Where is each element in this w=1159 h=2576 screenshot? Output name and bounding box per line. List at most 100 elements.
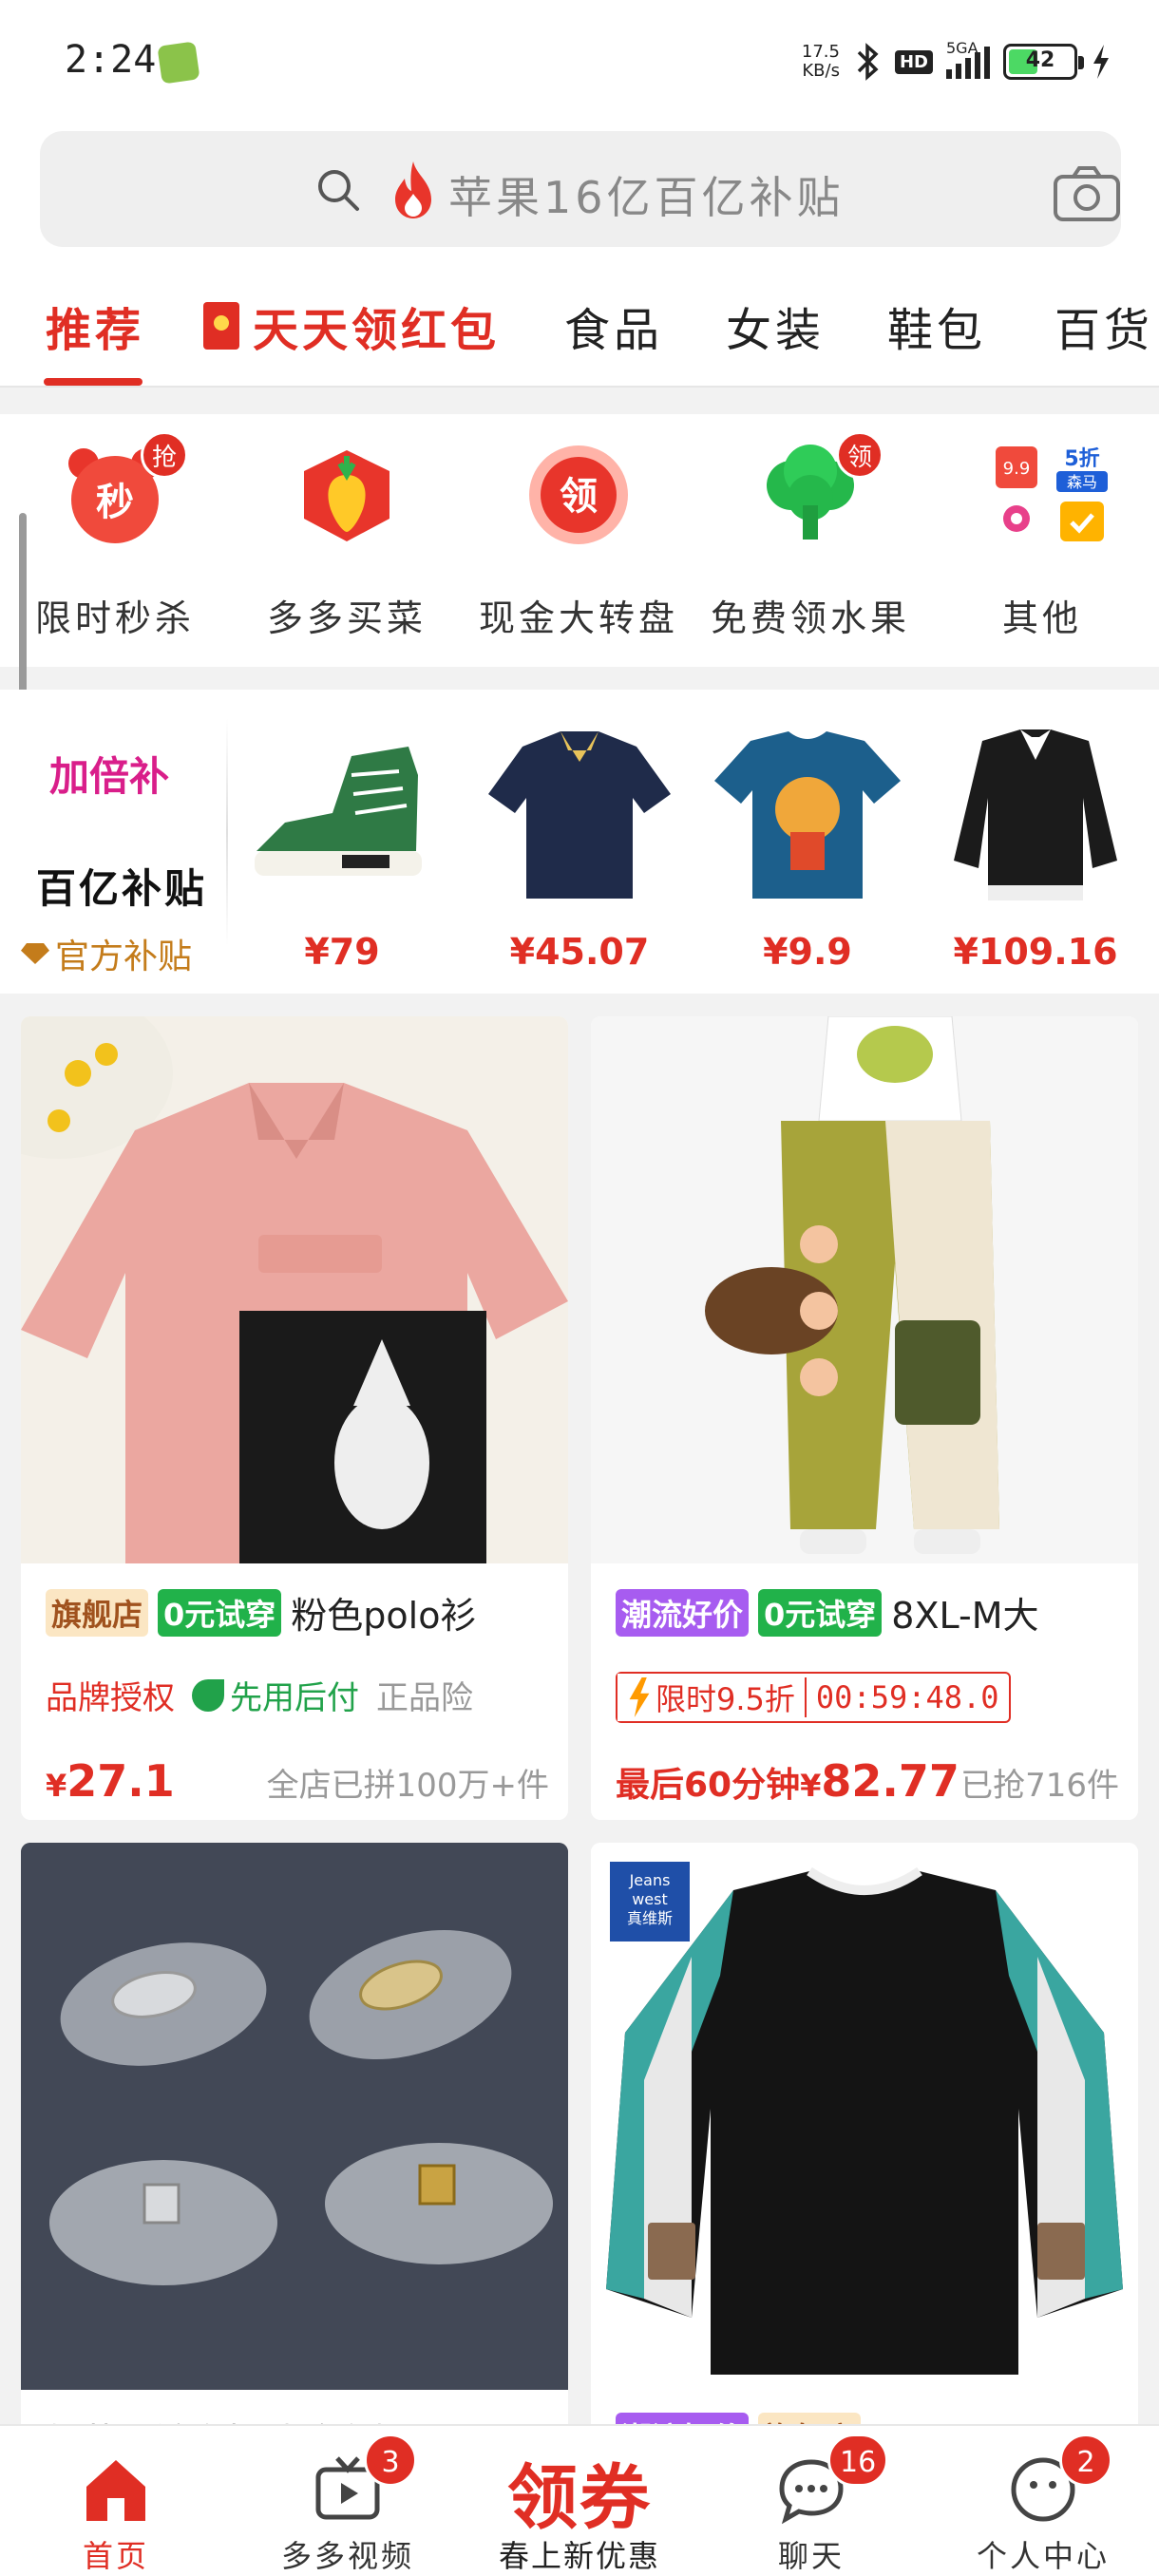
free-trial-tag: 0元试穿	[758, 1588, 883, 1637]
tab-womens[interactable]: 女装	[726, 293, 825, 359]
last-hour-label: 最后60分钟	[616, 1766, 801, 1805]
wheel-icon: 领	[526, 443, 631, 547]
chat-icon: 16	[776, 2434, 889, 2525]
carrot-icon	[294, 443, 399, 547]
subsidy-logo: 加倍补	[37, 722, 191, 817]
product-card[interactable]: 旗舰店 0元试穿 粉色polo衫 品牌授权 先用后付 正品险 ¥27.1 全店已…	[21, 1016, 568, 1820]
nav-coupon[interactable]: 领券 春上新优惠	[484, 2426, 674, 2576]
nav-profile[interactable]: 2 个人中心	[948, 2426, 1138, 2576]
tab-red-packet-label: 天天领红包	[253, 304, 501, 357]
hd-badge: HD	[894, 49, 933, 74]
tab-underline	[44, 378, 142, 386]
product-image: Jeans west 真维斯	[591, 1843, 1138, 2390]
price-row: ¥27.1 全店已拼100万+件	[46, 1755, 549, 1807]
quick-cash-wheel[interactable]: 领 现金大转盘	[469, 443, 688, 642]
quick-other[interactable]: 9.9 5折 森马 其他	[933, 443, 1151, 642]
product-meta: 限时9.5折 00:59:48.0	[616, 1672, 1011, 1723]
subsidy-title: 百亿补贴	[36, 865, 208, 912]
diamond-icon	[21, 943, 49, 964]
status-bar: 2:24 17.5 KB/s HD 5GA 42	[0, 0, 1159, 123]
subsidy-product[interactable]: ¥79	[247, 718, 437, 984]
svg-text:森马: 森马	[1067, 473, 1097, 491]
battery-icon: 42	[1003, 44, 1084, 80]
polo-image	[488, 731, 671, 899]
search-bar: 苹果16亿百亿补贴	[0, 123, 1159, 266]
svg-text:领: 领	[560, 475, 598, 519]
flash-sale-tag: 限时9.5折 00:59:48.0	[616, 1672, 1011, 1723]
subsidy-section[interactable]: 加倍补 百亿补贴 官方补贴 ¥79 ¥45.07 ¥9.9 ¥109.16	[0, 690, 1159, 994]
tee-image	[714, 731, 901, 899]
quick-grocery[interactable]: 多多买菜	[238, 443, 456, 642]
quick-free-fruit[interactable]: 领 免费领水果	[701, 431, 920, 642]
tab-recommend[interactable]: 推荐	[46, 293, 144, 359]
product-card[interactable]: Jeans west 真维斯 潮流好价 旗舰店	[591, 1843, 1138, 2451]
svg-text:秒: 秒	[96, 481, 134, 524]
signal-icon: 5GA	[946, 39, 990, 79]
pay-later-icon	[192, 1678, 224, 1712]
flame-icon	[395, 161, 431, 218]
scroll-indicator	[19, 513, 27, 703]
tab-general[interactable]: 百货	[1054, 293, 1153, 359]
quick-entries: 秒 抢 限时秒杀 多多买菜 领 现金大转盘 领 免费领水果 9.9 5折 森马 其他	[0, 414, 1159, 667]
product-image	[21, 1016, 568, 1563]
nav-home[interactable]: 首页	[21, 2426, 211, 2576]
red-packet-icon	[203, 302, 239, 350]
tab-food[interactable]: 食品	[564, 293, 663, 359]
camera-icon[interactable]	[1053, 165, 1121, 222]
product-price: ¥82.77	[800, 1755, 960, 1807]
search-icon	[318, 170, 359, 211]
price-row: 最后60分钟¥82.77 已抢716件	[616, 1755, 1119, 1807]
coupon-title: 领券	[507, 2457, 652, 2539]
free-trial-tag: 0元试穿	[158, 1588, 282, 1637]
video-badge: 3	[364, 2434, 417, 2487]
video-icon: 3	[313, 2434, 417, 2525]
charging-icon	[1093, 45, 1109, 79]
tree-icon: 领	[758, 431, 884, 547]
sold-count: 已抢716件	[960, 1767, 1119, 1805]
quick-flash-sale[interactable]: 秒 抢 限时秒杀	[6, 431, 224, 642]
product-price: ¥27.1	[46, 1755, 175, 1807]
status-time: 2:24	[65, 38, 157, 82]
flagship-tag: 旗舰店	[46, 1588, 149, 1637]
countdown-timer: 00:59:48.0	[804, 1677, 1009, 1717]
grab-badge: 抢	[141, 431, 188, 479]
sneaker-image	[255, 747, 422, 876]
bluetooth-icon	[857, 43, 879, 81]
category-tabs: 推荐 天天领红包 食品 女装 鞋包 百货	[0, 266, 1159, 388]
status-indicators: 17.5 KB/s HD 5GA 42	[802, 38, 1112, 85]
sweater-image	[954, 729, 1117, 900]
product-image	[21, 1843, 568, 2390]
official-subsidy-label: 官方补贴	[21, 929, 192, 978]
net-speed: 17.5 KB/s	[801, 42, 840, 81]
nav-video[interactable]: 3 多多视频	[253, 2426, 443, 2576]
alarm-clock-icon: 秒 抢	[63, 431, 188, 547]
chat-badge: 16	[827, 2434, 889, 2487]
profile-icon: 2	[1008, 2434, 1112, 2525]
search-input[interactable]: 苹果16亿百亿补贴	[40, 131, 1121, 247]
product-card[interactable]: 如若眼镜鼻托硅胶鼻垫	[21, 1843, 568, 2451]
product-card[interactable]: 潮流好价 0元试穿 8XL-M大 限时9.5折 00:59:48.0 最后60分…	[591, 1016, 1138, 1820]
bottom-nav: 首页 3 多多视频 领券 春上新优惠 16 聊天 2 个人中心	[0, 2424, 1159, 2576]
home-icon	[81, 2454, 151, 2525]
tab-shoes-bags[interactable]: 鞋包	[887, 293, 986, 359]
bolt-icon	[629, 1677, 650, 1717]
profile-badge: 2	[1059, 2434, 1112, 2487]
subsidy-product[interactable]: ¥9.9	[712, 718, 902, 984]
subsidy-product[interactable]: ¥109.16	[940, 718, 1130, 984]
brand-logo: Jeans west 真维斯	[610, 1862, 690, 1941]
product-title: 潮流好价 0元试穿 8XL-M大	[616, 1586, 1039, 1638]
product-image	[591, 1016, 1138, 1563]
product-meta: 品牌授权 先用后付 正品险	[46, 1678, 473, 1717]
app-notification-icon	[157, 41, 200, 85]
product-title: 旗舰店 0元试穿 粉色polo衫	[46, 1586, 476, 1638]
svg-text:5折: 5折	[1064, 447, 1099, 471]
subsidy-product[interactable]: ¥45.07	[484, 718, 674, 984]
more-apps-icon: 9.9 5折森马	[990, 443, 1108, 547]
claim-badge: 领	[836, 431, 884, 479]
search-placeholder: 苹果16亿百亿补贴	[448, 172, 845, 223]
sold-count: 全店已拼100万+件	[266, 1767, 549, 1805]
tab-red-packet[interactable]: 天天领红包	[203, 293, 500, 359]
trend-price-tag: 潮流好价	[616, 1588, 750, 1637]
svg-text:9.9: 9.9	[1003, 459, 1031, 479]
nav-chat[interactable]: 16 聊天	[716, 2426, 906, 2576]
